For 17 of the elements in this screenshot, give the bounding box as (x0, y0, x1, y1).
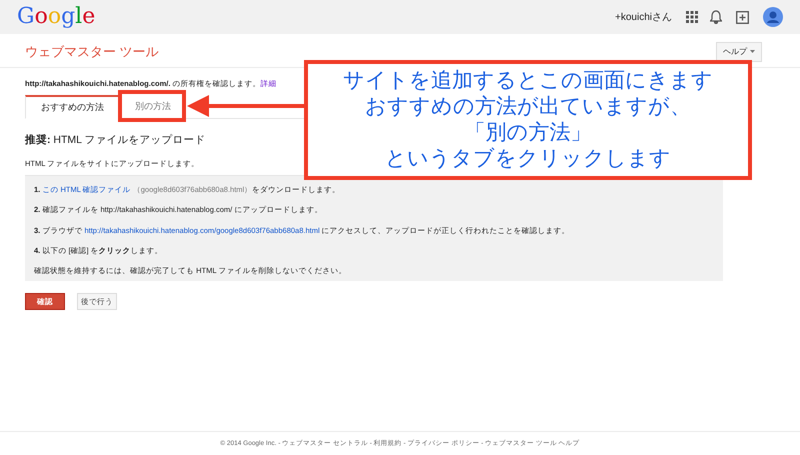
caret-icon (750, 50, 755, 53)
tab[interactable]: おすすめの方法 (25, 95, 120, 119)
annotation-text: というタブをクリックします (385, 146, 671, 172)
google-logo[interactable]: Google (17, 6, 96, 28)
bell-icon[interactable] (710, 10, 722, 24)
annotation-text: 「別の方法」 (464, 120, 592, 146)
annotation-text: サイトを追加するとこの画面にきます (343, 68, 713, 94)
user-name[interactable]: +kouichiさん (615, 10, 672, 24)
add-box-icon[interactable] (736, 10, 749, 24)
tab[interactable]: 別の方法 (120, 95, 186, 118)
help-button[interactable]: ヘルプ (716, 42, 762, 62)
apps-grid-icon[interactable] (686, 11, 698, 23)
tab-highlight-frame (118, 90, 186, 122)
annotation-text: おすすめの方法が出ていますが、 (365, 94, 691, 120)
section-heading: 推奨: HTML ファイルをアップロード (25, 133, 206, 148)
app-title: ウェブマスター ツール (25, 42, 159, 61)
avatar-icon[interactable] (763, 7, 783, 27)
